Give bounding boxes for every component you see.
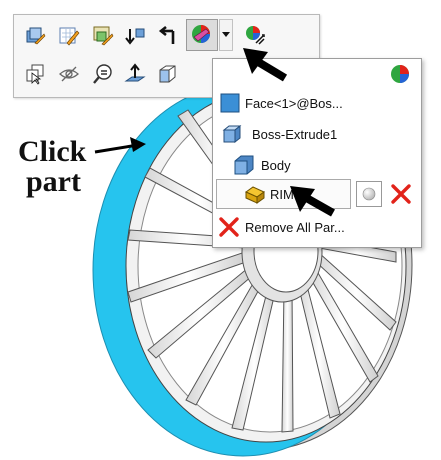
arrow-to-appearance-icon — [243, 48, 288, 82]
pointer-arrows — [243, 48, 335, 217]
arrow-to-rim-item — [290, 186, 335, 217]
